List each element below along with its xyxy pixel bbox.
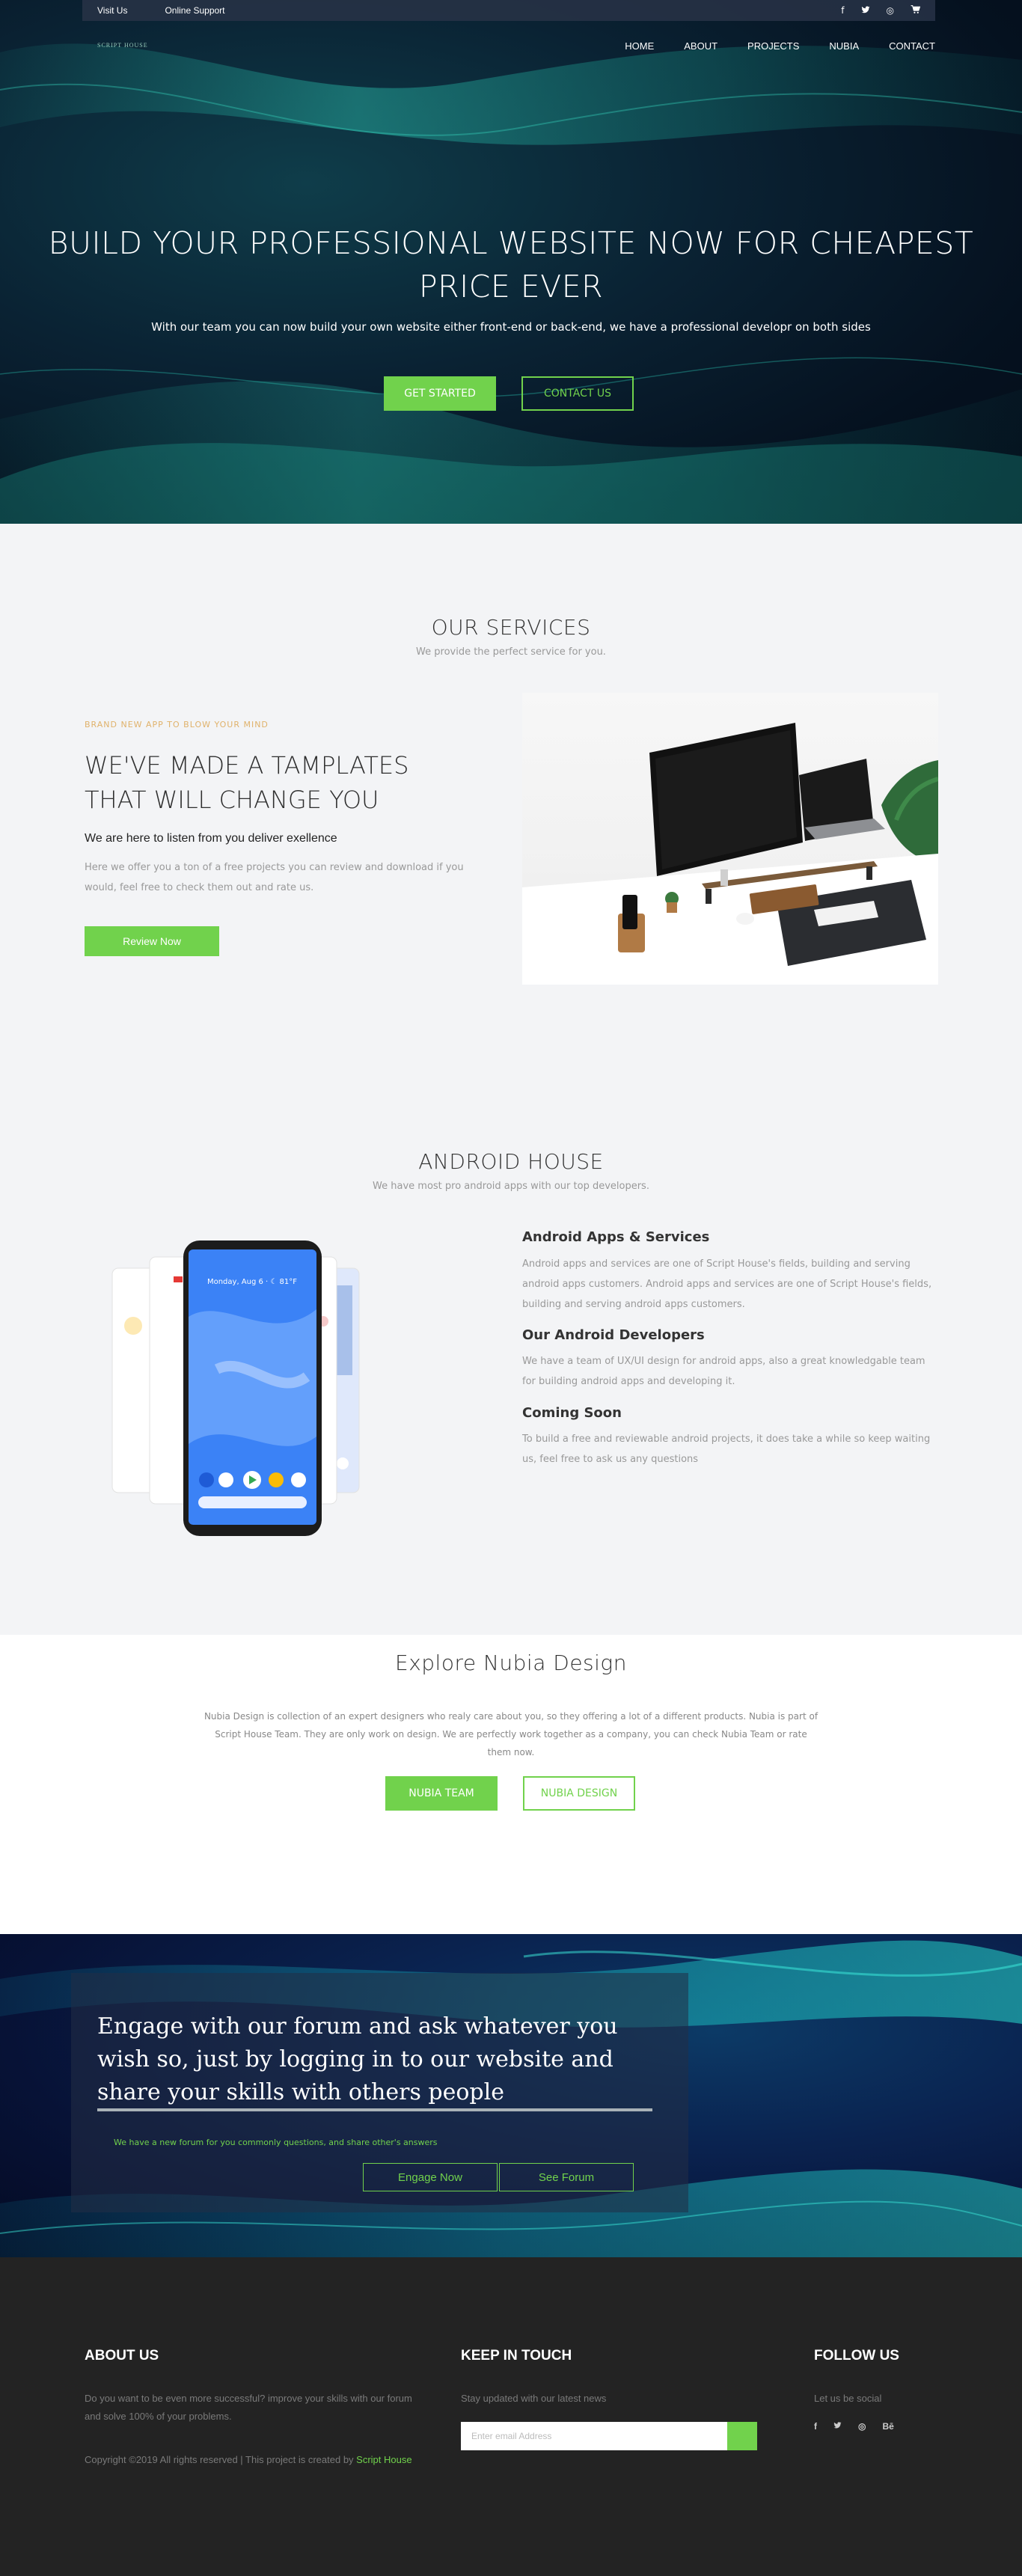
android-phones-image: Monday, Aug 6 · ☾ 81°F: [105, 1227, 404, 1541]
cart-icon[interactable]: [911, 4, 921, 16]
subscribe-button[interactable]: [727, 2422, 757, 2450]
main-nav: HOME ABOUT PROJECTS NUBIA CONTACT: [625, 40, 935, 52]
services-heading: WE'VE MADE A TAMPLATES THAT WILL CHANGE …: [85, 748, 409, 817]
services-kicker: BRAND NEW APP TO BLOW YOUR MIND: [85, 720, 269, 729]
footer-follow-title: FOLLOW US: [814, 2348, 899, 2364]
android-subtitle: We have most pro android apps with our t…: [373, 1181, 649, 1192]
online-support-link[interactable]: Online Support: [165, 5, 224, 16]
topbar-social: f ◎: [841, 4, 921, 16]
nubia-team-button[interactable]: NUBIA TEAM: [385, 1776, 498, 1811]
forum-section: Engage with our forum and ask whatever y…: [0, 1934, 1022, 2257]
footer-about-title: ABOUT US: [85, 2348, 159, 2364]
hero-title-line-1: BUILD YOUR PROFESSIONAL WEBSITE NOW FOR …: [48, 225, 974, 261]
facebook-icon[interactable]: f: [841, 5, 844, 16]
top-bar: Visit Us Online Support f ◎: [82, 0, 935, 21]
desk-setup-image: [522, 693, 938, 985]
engage-now-button[interactable]: Engage Now: [363, 2163, 498, 2191]
behance-icon[interactable]: Bē: [882, 2421, 893, 2432]
visit-us-link[interactable]: Visit Us: [97, 5, 127, 16]
footer-keep-title: KEEP IN TOUCH: [461, 2348, 572, 2364]
android-item-3-body: To build a free and reviewable android p…: [522, 1434, 931, 1465]
android-item-1-body: Android apps and services are one of Scr…: [522, 1258, 932, 1310]
services-heading-line-1: WE'VE MADE A TAMPLATES: [85, 751, 409, 780]
nubia-design-button[interactable]: NUBIA DESIGN: [523, 1776, 635, 1811]
footer-social: f ◎ Bē: [814, 2421, 894, 2432]
services-lead: We are here to listen from you deliver e…: [85, 832, 337, 845]
script-house-link[interactable]: Script House: [356, 2454, 411, 2465]
services-subtitle: We provide the perfect service for you.: [416, 646, 606, 658]
twitter-icon[interactable]: [861, 5, 870, 16]
android-title: ANDROID HOUSE: [418, 1149, 604, 1174]
contact-us-button[interactable]: CONTACT US: [521, 376, 634, 411]
email-field[interactable]: [461, 2422, 727, 2450]
nav-home[interactable]: HOME: [625, 40, 654, 52]
footer-follow-text: Let us be social: [814, 2393, 882, 2404]
facebook-icon[interactable]: f: [814, 2421, 817, 2432]
hero-title-line-2: PRICE EVER: [418, 269, 604, 305]
android-item-2-body: We have a team of UX/UI design for andro…: [522, 1356, 925, 1387]
phone-date-label: Monday, Aug 6 · ☾ 81°F: [207, 1278, 297, 1286]
copyright-text: Copyright ©2019 All rights reserved | Th…: [85, 2454, 357, 2465]
hero-subtitle: With our team you can now build your own…: [151, 320, 871, 334]
footer-about-text: Do you want to be even more successful? …: [85, 2393, 412, 2422]
forum-divider: [97, 2108, 652, 2111]
dribbble-icon[interactable]: ◎: [858, 2421, 866, 2432]
nav-nubia[interactable]: NUBIA: [829, 40, 859, 52]
android-item-2-title: Our Android Developers: [522, 1327, 705, 1343]
services-title: OUR SERVICES: [431, 615, 591, 640]
services-body: Here we offer you a ton of a free projec…: [85, 862, 464, 893]
nubia-title: Explore Nubia Design: [395, 1650, 627, 1675]
nav-about[interactable]: ABOUT: [684, 40, 717, 52]
hero-title: BUILD YOUR PROFESSIONAL WEBSITE NOW FOR …: [0, 221, 1022, 308]
footer-keep-text: Stay updated with our latest news: [461, 2393, 607, 2404]
services-heading-line-2: THAT WILL CHANGE YOU: [85, 786, 379, 814]
footer-copyright: Copyright ©2019 All rights reserved | Th…: [85, 2451, 421, 2469]
see-forum-button[interactable]: See Forum: [499, 2163, 634, 2191]
nubia-section: [0, 1635, 1022, 1934]
brand-logo[interactable]: SCRIPT HOUSE: [97, 42, 148, 49]
get-started-button[interactable]: GET STARTED: [384, 376, 496, 411]
forum-heading: Engage with our forum and ask whatever y…: [97, 2013, 618, 2105]
nubia-body: Nubia Design is collection of an expert …: [204, 1711, 818, 1757]
twitter-icon[interactable]: [833, 2421, 842, 2432]
forum-note: We have a new forum for you commonly que…: [114, 2138, 438, 2147]
hero-section: Visit Us Online Support f ◎ SCRIPT HOUSE…: [0, 0, 1022, 524]
nav-projects[interactable]: PROJECTS: [747, 40, 799, 52]
dribbble-icon[interactable]: ◎: [887, 5, 894, 16]
review-now-button[interactable]: Review Now: [85, 926, 219, 956]
nav-contact[interactable]: CONTACT: [889, 40, 935, 52]
android-item-1-title: Android Apps & Services: [522, 1229, 710, 1245]
android-item-3-title: Coming Soon: [522, 1405, 622, 1421]
